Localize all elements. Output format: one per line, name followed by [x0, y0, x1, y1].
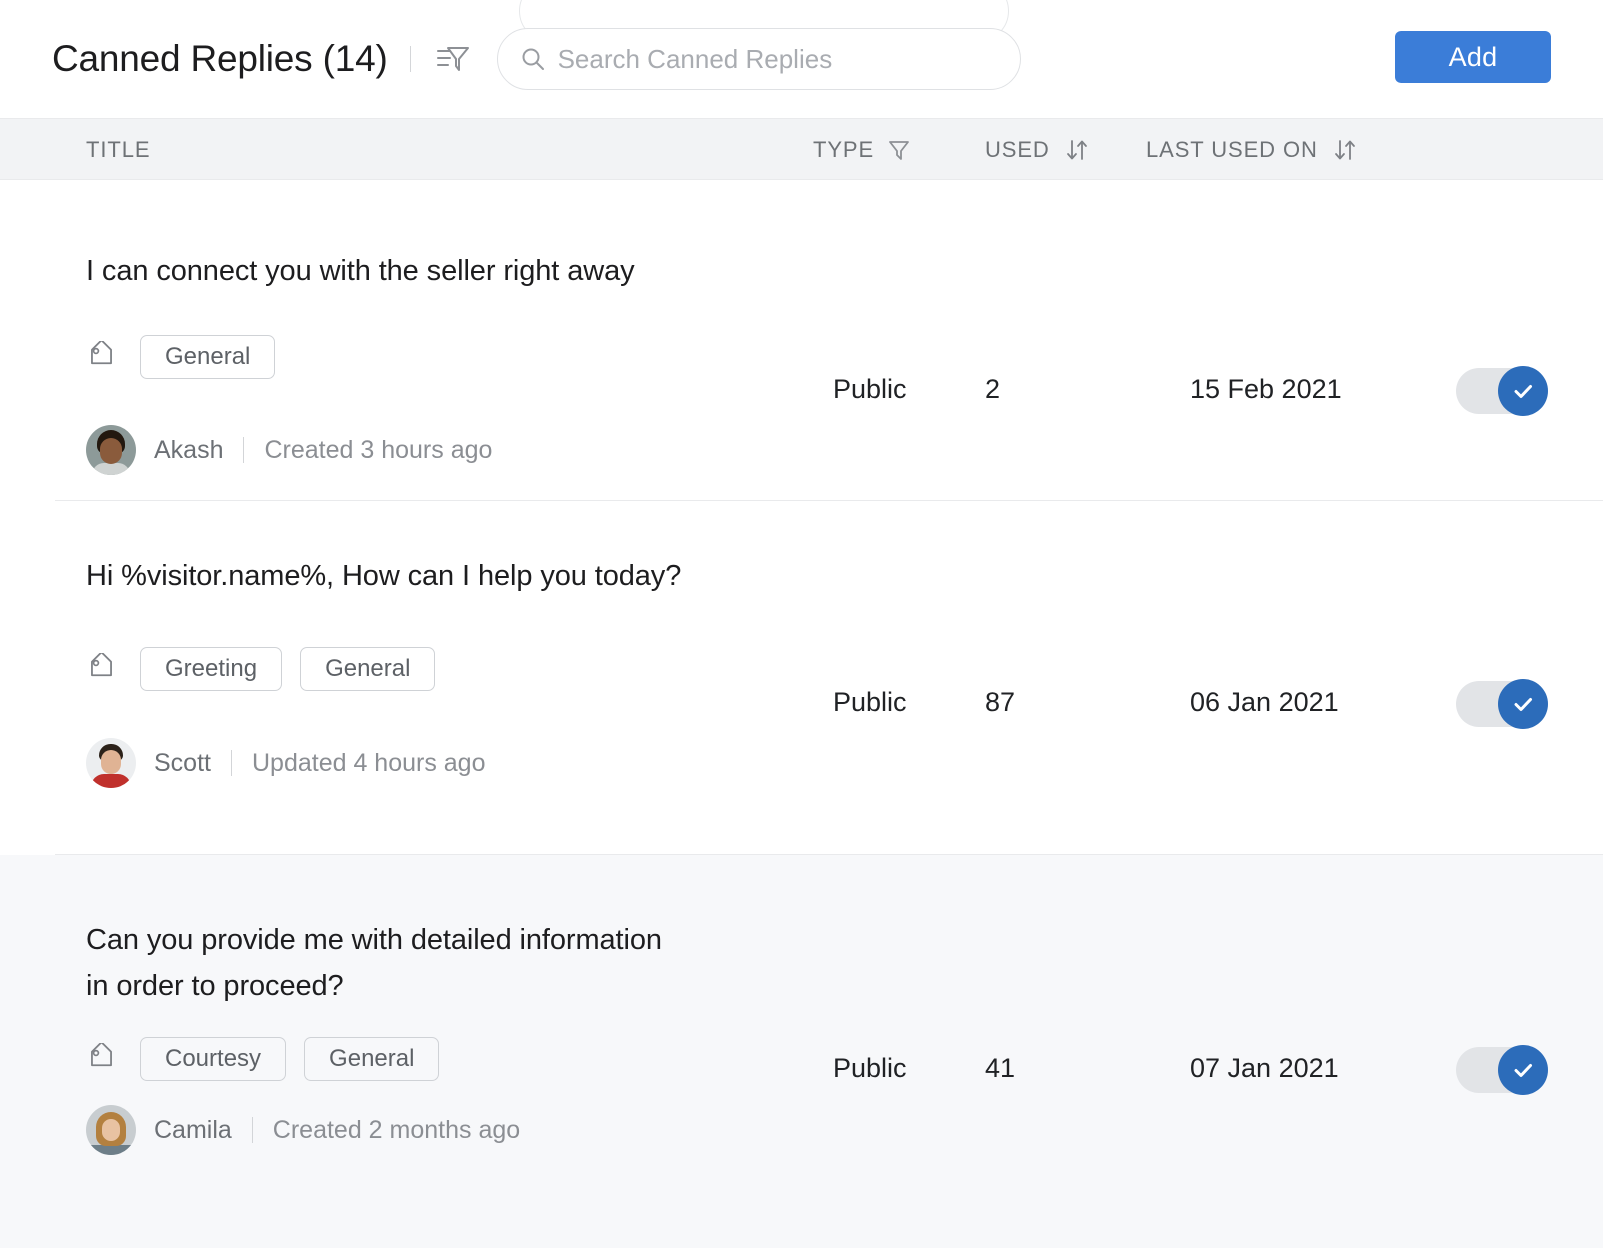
row-type: Public — [833, 374, 907, 405]
row-title: Can you provide me with detailed informa… — [86, 917, 662, 1009]
tag-icon — [86, 341, 118, 373]
tag-chip[interactable]: Courtesy — [140, 1037, 286, 1081]
row-enabled-toggle[interactable] — [1456, 681, 1548, 727]
tag-chip[interactable]: General — [304, 1037, 439, 1081]
tag-chip[interactable]: General — [140, 335, 275, 379]
column-header-title: TITLE — [86, 119, 150, 181]
search-input[interactable] — [558, 44, 998, 75]
column-header-last-used-label: LAST USED ON — [1146, 137, 1318, 163]
row-type: Public — [833, 1053, 907, 1084]
table-row[interactable]: Can you provide me with detailed informa… — [0, 855, 1603, 1248]
funnel-filter-icon[interactable] — [888, 138, 910, 162]
row-author: Scott — [154, 749, 211, 778]
check-icon — [1509, 690, 1537, 718]
row-author: Akash — [154, 436, 223, 465]
row-enabled-toggle[interactable] — [1456, 368, 1548, 414]
row-type: Public — [833, 687, 907, 718]
sort-updown-icon[interactable] — [1064, 138, 1090, 162]
canned-replies-page: Canned Replies (14) — [0, 0, 1603, 1248]
row-meta: Camila Created 2 months ago — [86, 1105, 520, 1155]
search-icon — [520, 46, 546, 72]
search-area — [497, 28, 1021, 90]
toggle-knob — [1498, 1045, 1548, 1095]
column-header-type: TYPE — [813, 119, 910, 181]
row-used: 87 — [985, 687, 1015, 718]
tag-chip[interactable]: General — [300, 647, 435, 691]
meta-divider — [231, 750, 232, 776]
column-header-last-used-on: LAST USED ON — [1146, 119, 1358, 181]
row-activity: Created 2 months ago — [273, 1116, 520, 1145]
row-author: Camila — [154, 1116, 232, 1145]
table-column-header: TITLE TYPE USED — [0, 118, 1603, 180]
add-button[interactable]: Add — [1395, 31, 1551, 83]
meta-divider — [252, 1117, 253, 1143]
row-tags: General — [86, 335, 275, 379]
column-header-used: USED — [985, 119, 1090, 181]
page-title-count: (14) — [323, 38, 388, 79]
toggle-knob — [1498, 366, 1548, 416]
check-icon — [1509, 377, 1537, 405]
row-enabled-toggle[interactable] — [1456, 1047, 1548, 1093]
tag-chip[interactable]: Greeting — [140, 647, 282, 691]
row-activity: Created 3 hours ago — [264, 436, 492, 465]
row-used: 2 — [985, 374, 1000, 405]
row-used: 41 — [985, 1053, 1015, 1084]
page-title-text: Canned Replies — [52, 38, 312, 79]
meta-divider — [243, 437, 244, 463]
check-icon — [1509, 1056, 1537, 1084]
tag-icon — [86, 1043, 118, 1075]
row-activity: Updated 4 hours ago — [252, 749, 486, 778]
row-last-used-on: 15 Feb 2021 — [1190, 374, 1342, 405]
row-title-block: I can connect you with the seller right … — [86, 248, 635, 294]
row-title: Hi %visitor.name%, How can I help you to… — [86, 553, 681, 599]
filter-lines-icon[interactable] — [431, 37, 475, 81]
search-box[interactable] — [497, 28, 1021, 90]
row-tags: Courtesy General — [86, 1037, 439, 1081]
column-header-used-label: USED — [985, 137, 1050, 163]
row-last-used-on: 06 Jan 2021 — [1190, 687, 1339, 718]
toggle-knob — [1498, 679, 1548, 729]
sort-updown-icon[interactable] — [1332, 138, 1358, 162]
tag-icon — [86, 653, 118, 685]
row-tags: Greeting General — [86, 647, 435, 691]
table-row[interactable]: Hi %visitor.name%, How can I help you to… — [0, 501, 1603, 855]
toolbar-divider — [410, 46, 411, 72]
avatar — [86, 1105, 136, 1155]
column-header-title-label: TITLE — [86, 137, 150, 163]
avatar — [86, 738, 136, 788]
row-title: I can connect you with the seller right … — [86, 248, 635, 294]
row-last-used-on: 07 Jan 2021 — [1190, 1053, 1339, 1084]
page-toolbar: Canned Replies (14) — [0, 0, 1603, 118]
page-title: Canned Replies (14) — [52, 38, 388, 80]
table-row[interactable]: I can connect you with the seller right … — [0, 180, 1603, 501]
row-meta: Scott Updated 4 hours ago — [86, 738, 486, 788]
column-header-type-label: TYPE — [813, 137, 874, 163]
row-meta: Akash Created 3 hours ago — [86, 425, 492, 475]
row-title-block: Hi %visitor.name%, How can I help you to… — [86, 553, 681, 599]
avatar — [86, 425, 136, 475]
row-title-block: Can you provide me with detailed informa… — [86, 917, 662, 1009]
